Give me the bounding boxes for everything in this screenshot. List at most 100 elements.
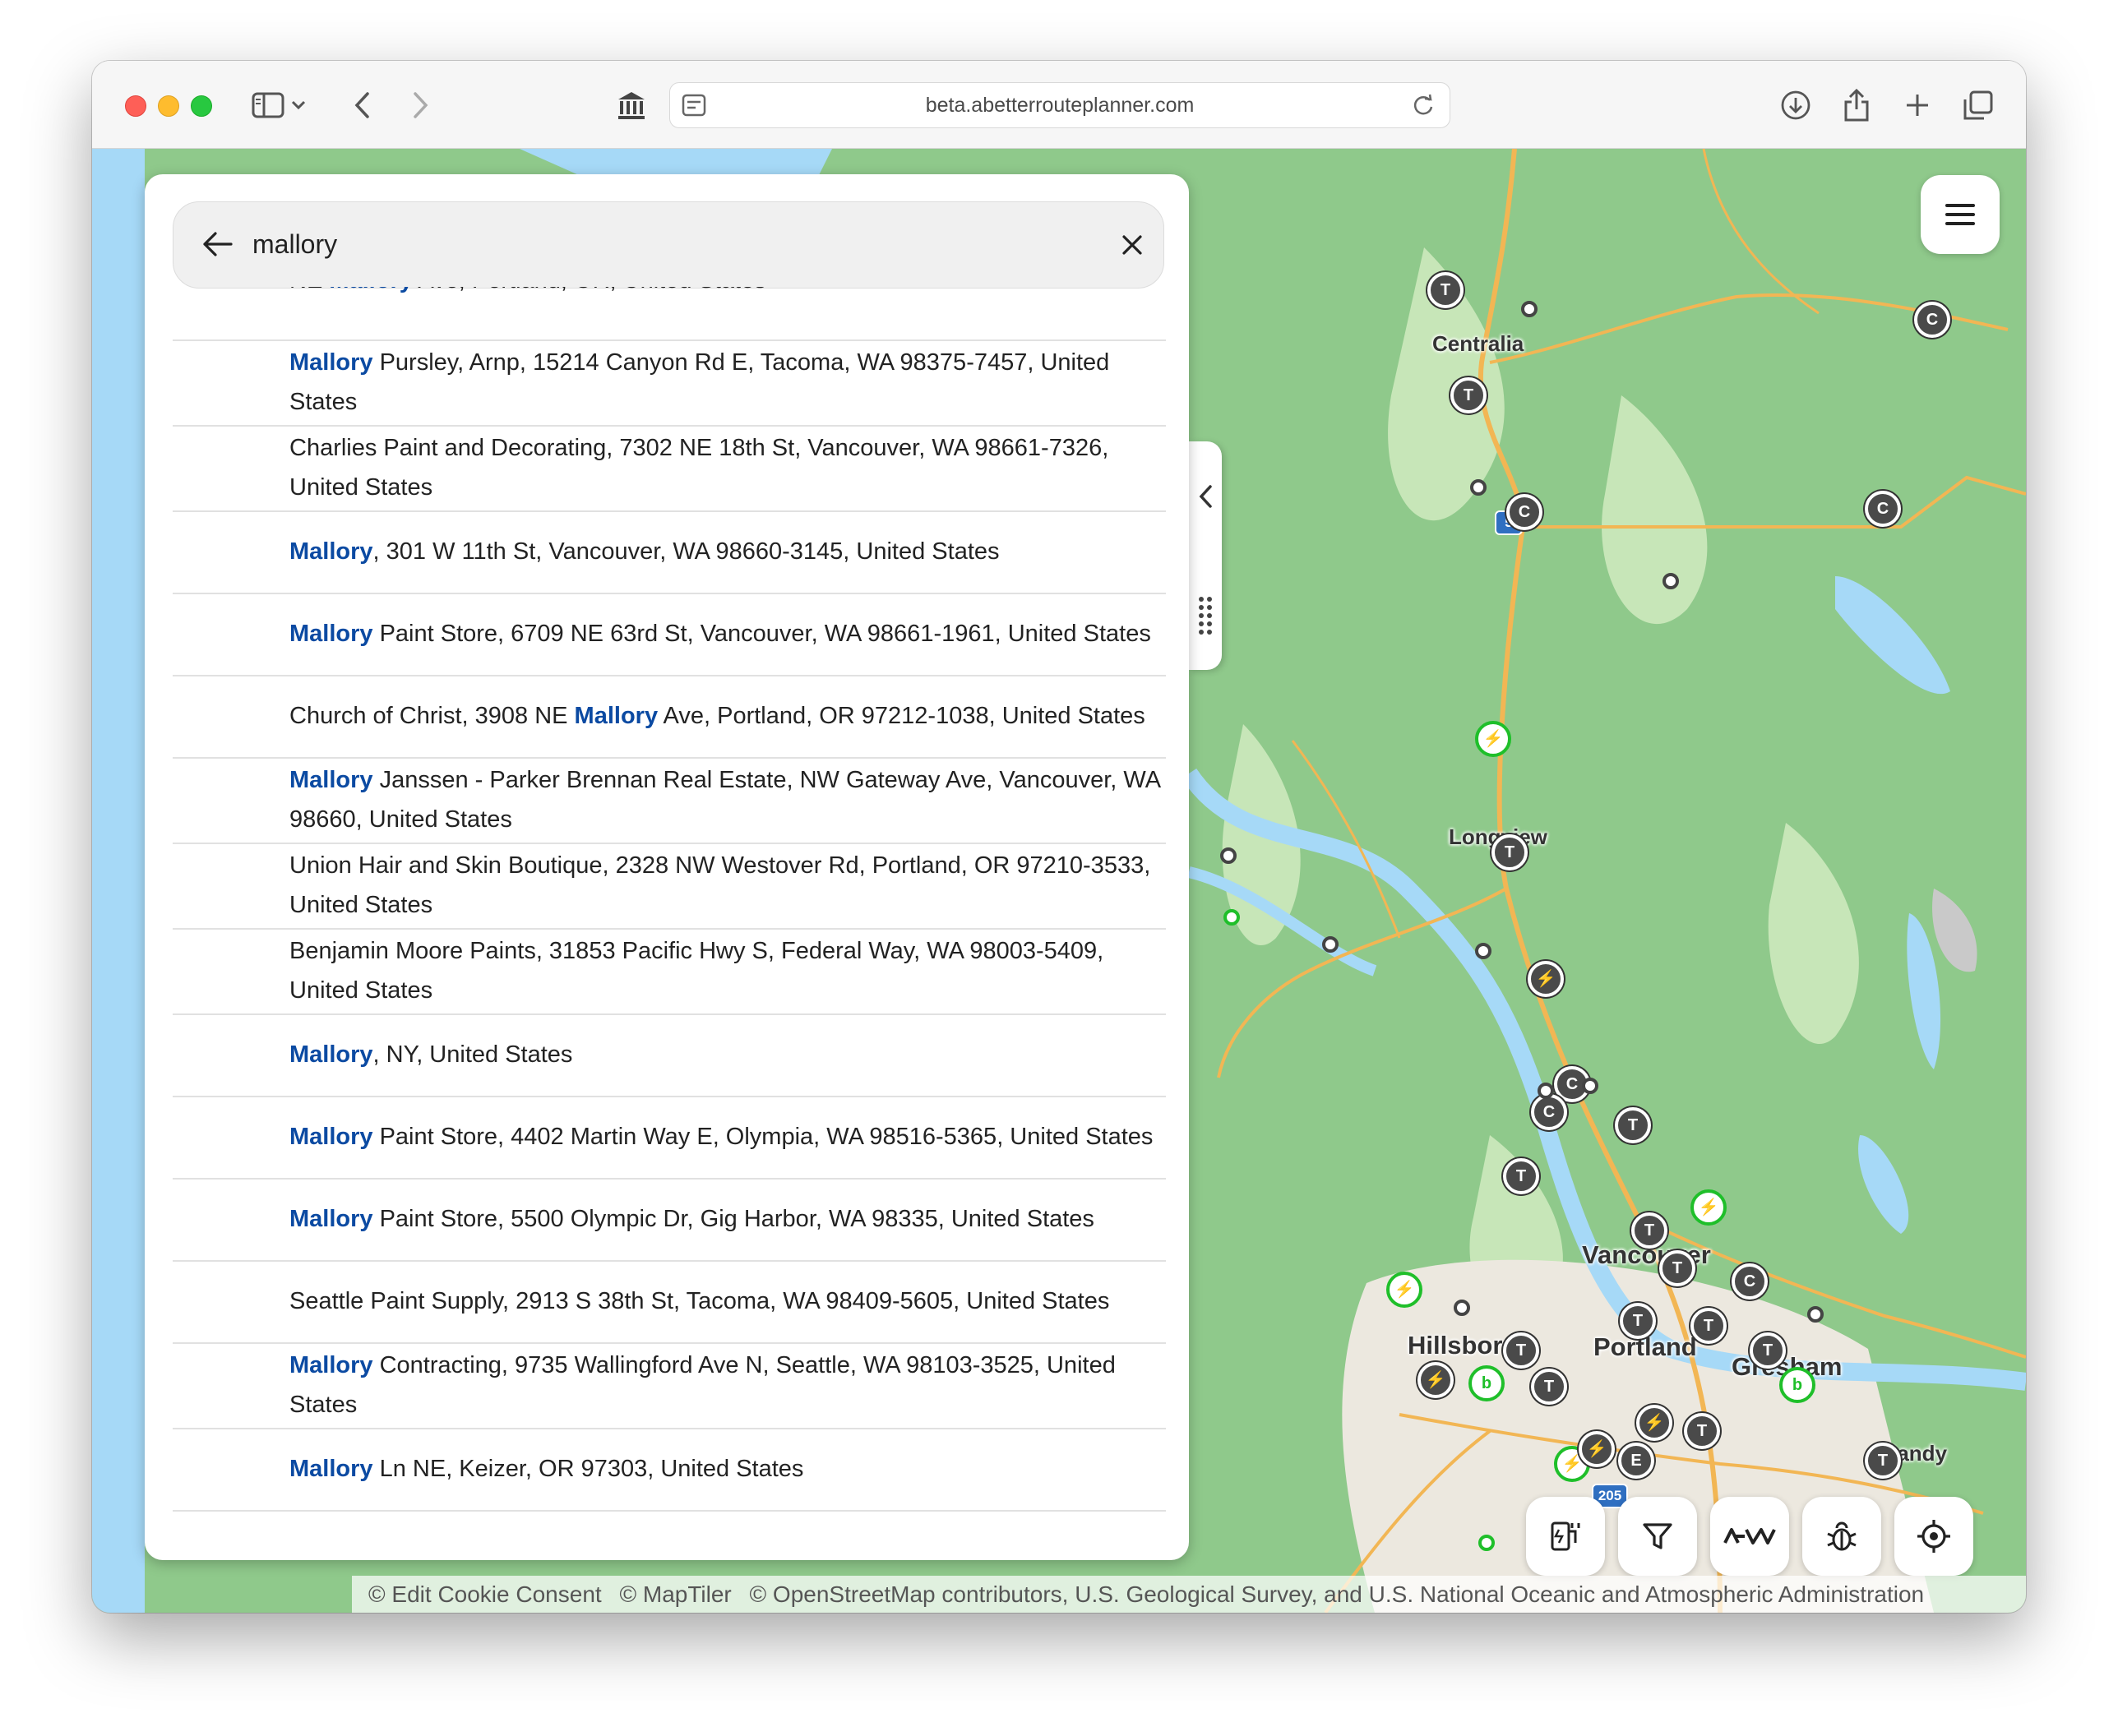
charger-dot-icon[interactable]: [1662, 573, 1679, 589]
charger-pin-tesla-icon[interactable]: T: [1491, 834, 1528, 870]
search-result-item[interactable]: Benjamin Moore Paints, 31853 Pacific Hwy…: [173, 928, 1166, 1015]
charger-dot-icon[interactable]: [1475, 943, 1491, 959]
charger-dot-icon[interactable]: [1521, 301, 1538, 317]
bug-icon: [1827, 1521, 1857, 1551]
charger-pin-tesla-icon[interactable]: T: [1450, 377, 1487, 413]
result-match-highlight: Mallory: [289, 1124, 373, 1150]
search-result-item[interactable]: Mallory Paint Store, 5500 Olympic Dr, Gi…: [173, 1178, 1166, 1262]
sidebar-toggle-icon[interactable]: [245, 82, 291, 128]
charger-pin-ccs-icon[interactable]: C: [1531, 1094, 1567, 1130]
search-result-item[interactable]: Mallory Janssen - Parker Brennan Real Es…: [173, 757, 1166, 844]
map-canvas[interactable]: Centralia Longview Vancouver Portland Hi…: [92, 149, 2026, 1613]
result-match-highlight: Mallory: [289, 767, 373, 793]
search-result-text: Mallory Ln NE, Keizer, OR 97303, United …: [289, 1449, 1161, 1489]
reload-icon[interactable]: [1412, 94, 1435, 121]
search-result-item[interactable]: Union Hair and Skin Boutique, 2328 NW We…: [173, 843, 1166, 930]
charger-pin-tesla-icon[interactable]: T: [1631, 1212, 1667, 1249]
charger-pin-fast-icon[interactable]: ⚡: [1690, 1189, 1727, 1226]
charger-pin-tesla-icon[interactable]: T: [1620, 1303, 1656, 1339]
bug-report-button[interactable]: [1802, 1497, 1881, 1576]
charger-pin-fast-icon[interactable]: ⚡: [1386, 1272, 1422, 1308]
charger-pin-blink-icon[interactable]: b: [1779, 1367, 1815, 1403]
charger-dot-icon[interactable]: [1220, 847, 1237, 864]
search-result-item[interactable]: Charlies Paint and Decorating, 7302 NE 1…: [173, 425, 1166, 512]
new-tab-icon[interactable]: [1894, 82, 1940, 128]
charger-pin-tesla-icon[interactable]: T: [1531, 1369, 1567, 1405]
tab-overview-icon[interactable]: [1955, 82, 2001, 128]
main-menu-button[interactable]: [1921, 175, 2000, 254]
search-result-item[interactable]: Mallory Contracting, 9735 Wallingford Av…: [173, 1342, 1166, 1429]
address-bar[interactable]: beta.abetterrouteplanner.com: [669, 82, 1450, 128]
search-result-item[interactable]: Mallory Paint Store, 4402 Martin Way E, …: [173, 1096, 1166, 1180]
chevron-down-icon[interactable]: [286, 82, 311, 128]
charger-pin-lightning-icon[interactable]: ⚡: [1579, 1431, 1615, 1467]
search-result-item[interactable]: NE Mallory Ave, Portland, OR, United Sta…: [173, 287, 1166, 341]
zoom-window-button[interactable]: [191, 95, 212, 117]
charger-dot-icon[interactable]: [1478, 1535, 1495, 1551]
charger-dot-icon[interactable]: [1223, 909, 1240, 926]
result-text-prefix: Church of Christ, 3908 NE: [289, 703, 575, 729]
locate-icon: [1917, 1520, 1950, 1553]
charger-pin-tesla-icon[interactable]: T: [1615, 1107, 1651, 1143]
panel-collapse-tab[interactable]: [1189, 441, 1222, 670]
close-window-button[interactable]: [125, 95, 146, 117]
result-match-highlight: Mallory: [289, 621, 373, 647]
clear-search-icon[interactable]: [1121, 233, 1144, 261]
search-result-text: Charlies Paint and Decorating, 7302 NE 1…: [289, 428, 1161, 507]
charger-pin-tesla-icon[interactable]: T: [1427, 272, 1464, 308]
charger-pin-tesla-icon[interactable]: T: [1684, 1413, 1720, 1449]
downloads-icon[interactable]: [1773, 82, 1819, 128]
result-text-rest: Charlies Paint and Decorating, 7302 NE 1…: [289, 435, 1109, 501]
search-input[interactable]: [252, 222, 1058, 266]
charger-pin-tesla-icon[interactable]: T: [1503, 1332, 1539, 1369]
charger-pin-lightning-icon[interactable]: ⚡: [1636, 1405, 1672, 1441]
charger-pin-fast-icon[interactable]: ⚡: [1475, 721, 1511, 757]
search-result-item[interactable]: Seattle Paint Supply, 2913 S 38th St, Ta…: [173, 1260, 1166, 1344]
charger-pin-blink-icon[interactable]: b: [1468, 1365, 1505, 1401]
search-result-item[interactable]: Mallory Paint Store, 6709 NE 63rd St, Va…: [173, 593, 1166, 676]
charger-filter-button[interactable]: [1526, 1497, 1605, 1576]
charger-pin-evgo-icon[interactable]: E: [1618, 1443, 1654, 1479]
charger-dot-icon[interactable]: [1322, 936, 1339, 953]
search-result-text: Mallory Janssen - Parker Brennan Real Es…: [289, 760, 1161, 839]
charger-pin-ccs-icon[interactable]: C: [1914, 302, 1950, 338]
locate-me-button[interactable]: [1894, 1497, 1973, 1576]
chevron-left-icon[interactable]: [1197, 484, 1214, 513]
charger-dot-icon[interactable]: [1538, 1083, 1554, 1099]
search-result-text: Seattle Paint Supply, 2913 S 38th St, Ta…: [289, 1281, 1161, 1321]
search-result-item[interactable]: Mallory, 301 W 11th St, Vancouver, WA 98…: [173, 510, 1166, 594]
minimize-window-button[interactable]: [158, 95, 179, 117]
charger-dot-icon[interactable]: [1807, 1306, 1824, 1323]
search-result-item[interactable]: Mallory, NY, United States: [173, 1013, 1166, 1097]
search-result-item[interactable]: Mallory Pursley, Arnp, 15214 Canyon Rd E…: [173, 339, 1166, 427]
charger-pin-tesla-icon[interactable]: T: [1750, 1332, 1786, 1369]
back-nav-icon[interactable]: [339, 82, 385, 128]
share-icon[interactable]: [1834, 82, 1880, 128]
charger-pin-ccs-icon[interactable]: C: [1865, 491, 1901, 527]
drag-handle-icon[interactable]: [1197, 596, 1214, 639]
result-text-rest: , NY, United States: [372, 1041, 573, 1068]
charger-pin-tesla-icon[interactable]: T: [1865, 1443, 1901, 1479]
cookie-consent-link[interactable]: © Edit Cookie Consent: [368, 1581, 602, 1607]
search-result-text: Church of Christ, 3908 NE Mallory Ave, P…: [289, 696, 1161, 736]
charger-pin-lightning-icon[interactable]: ⚡: [1417, 1362, 1454, 1398]
back-arrow-icon[interactable]: [201, 230, 233, 262]
search-result-item[interactable]: Church of Christ, 3908 NE Mallory Ave, P…: [173, 675, 1166, 759]
charger-pin-ccs-icon[interactable]: C: [1732, 1263, 1768, 1300]
filter-button[interactable]: [1618, 1497, 1697, 1576]
charger-pin-ccs-icon[interactable]: C: [1506, 494, 1542, 530]
charger-dot-icon[interactable]: [1454, 1300, 1470, 1316]
charger-dot-icon[interactable]: [1470, 479, 1487, 496]
charger-pin-tesla-icon[interactable]: T: [1659, 1250, 1695, 1286]
bank-icon[interactable]: [608, 82, 654, 128]
charger-pin-tesla-icon[interactable]: T: [1503, 1158, 1539, 1194]
search-result-text: Benjamin Moore Paints, 31853 Pacific Hwy…: [289, 931, 1161, 1010]
charger-pin-lightning-icon[interactable]: ⚡: [1528, 961, 1564, 997]
maptiler-link[interactable]: © MapTiler: [619, 1581, 731, 1607]
charger-dot-icon[interactable]: [1582, 1078, 1598, 1094]
charger-pin-tesla-icon[interactable]: T: [1690, 1308, 1727, 1344]
forward-nav-icon[interactable]: [398, 82, 444, 128]
search-result-item[interactable]: Mallory Ln NE, Keizer, OR 97303, United …: [173, 1428, 1166, 1512]
vehicle-button[interactable]: [1710, 1497, 1789, 1576]
osm-attribution-link[interactable]: © OpenStreetMap contributors, U.S. Geolo…: [750, 1581, 1925, 1607]
